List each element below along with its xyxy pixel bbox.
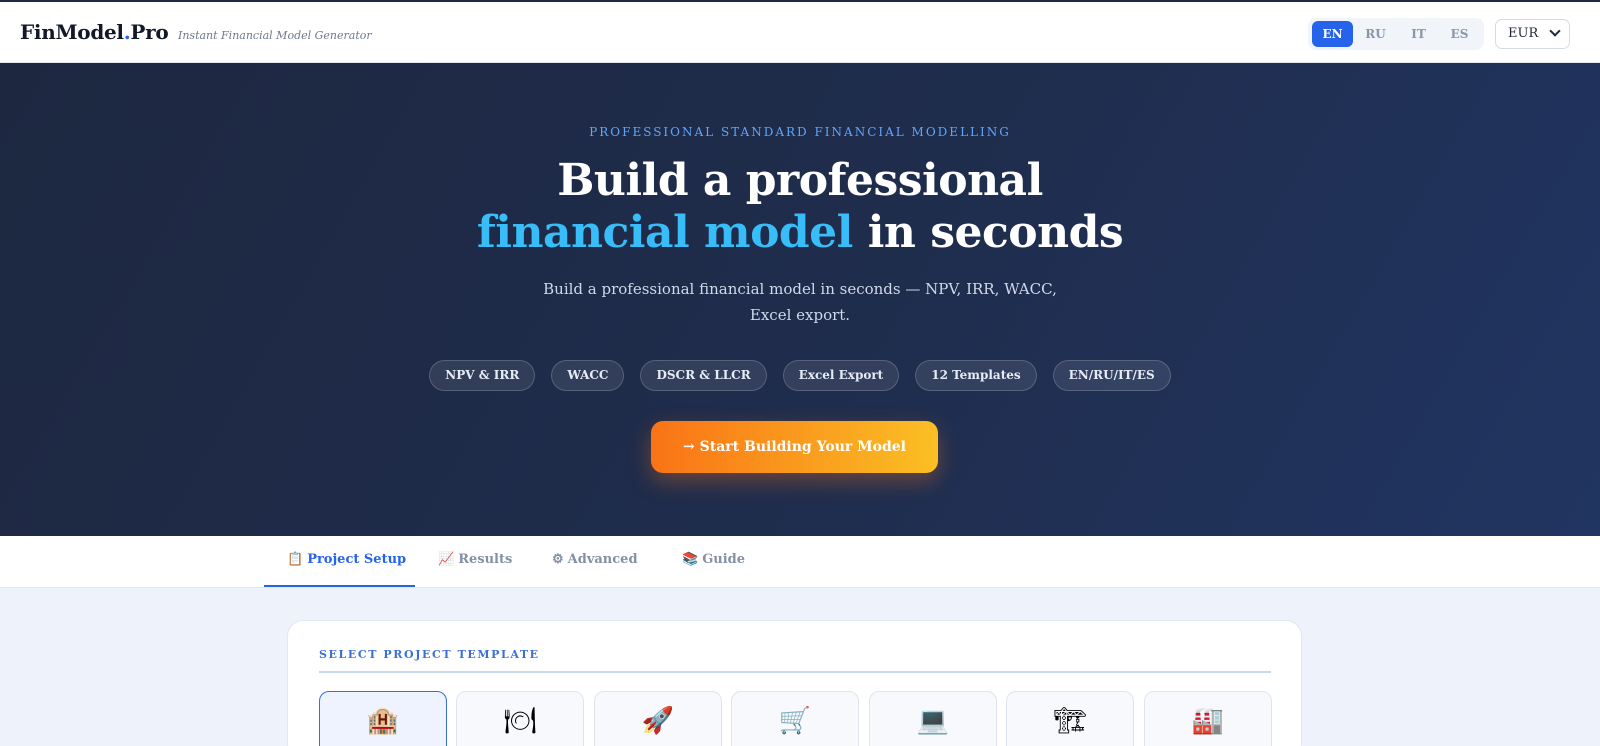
tab-label: Project Setup <box>307 552 407 567</box>
template-option-saas[interactable]: 💻 <box>869 691 997 746</box>
gear-icon: ⚙ <box>552 552 564 567</box>
logo-main: FinModel <box>20 20 124 44</box>
template-option-hotel[interactable]: 🏨 <box>319 691 447 746</box>
hero-section: PROFESSIONAL STANDARD FINANCIAL MODELLIN… <box>0 63 1600 536</box>
hero-subtext: Build a professional financial model in … <box>543 280 1057 324</box>
tab-label: Results <box>458 552 513 567</box>
currency-select[interactable]: EUR <box>1495 19 1570 49</box>
feature-chips: NPV & IRR WACC DSCR & LLCR Excel Export … <box>0 360 1600 391</box>
tagline: Instant Financial Model Generator <box>178 29 372 42</box>
headline-line-2: financial model in seconds <box>0 207 1600 259</box>
shopping-cart-icon: 🛒 <box>778 706 812 736</box>
laptop-icon: 💻 <box>916 706 950 736</box>
template-option-restaurant[interactable]: 🍽 <box>456 691 584 746</box>
language-switcher: EN RU IT ES <box>1308 18 1484 50</box>
feature-chip: 12 Templates <box>915 360 1037 391</box>
tab-bar: 📋 Project Setup 📈 Results ⚙ Advanced 📚 Guide <box>0 536 1600 588</box>
headline-rest: in seconds <box>852 207 1124 258</box>
tab-results[interactable]: 📈 Results <box>438 536 512 588</box>
lang-button-en[interactable]: EN <box>1312 21 1353 47</box>
template-option-manufacturing[interactable]: 🏭 <box>1144 691 1272 746</box>
active-tab-indicator <box>264 585 415 587</box>
tab-advanced[interactable]: ⚙ Advanced <box>552 536 638 588</box>
start-building-button[interactable]: → Start Building Your Model <box>651 421 938 473</box>
feature-chip: DSCR & LLCR <box>640 360 767 391</box>
headline-accent: financial model <box>476 207 854 258</box>
feature-chip: NPV & IRR <box>429 360 536 391</box>
headline-line-1: Build a professional <box>557 155 1043 206</box>
lang-button-es[interactable]: ES <box>1439 21 1480 47</box>
lang-button-ru[interactable]: RU <box>1355 21 1396 47</box>
logo-suffix: Pro <box>130 20 169 44</box>
hero-headline: Build a professional financial model in … <box>0 155 1600 259</box>
template-option-construction[interactable]: 🏗 <box>1006 691 1134 746</box>
chevron-down-icon <box>1549 25 1561 37</box>
hotel-icon: 🏨 <box>366 706 400 736</box>
top-header: FinModel.Pro Instant Financial Model Gen… <box>0 0 1600 63</box>
template-option-startup[interactable]: 🚀 <box>594 691 722 746</box>
construction-icon: 🏗 <box>1053 706 1087 736</box>
template-section-title: SELECT PROJECT TEMPLATE <box>319 648 540 661</box>
hero-eyebrow: PROFESSIONAL STANDARD FINANCIAL MODELLIN… <box>589 125 1011 139</box>
logo[interactable]: FinModel.Pro <box>20 20 169 44</box>
chart-icon: 📈 <box>438 552 455 567</box>
books-icon: 📚 <box>682 552 699 567</box>
feature-chip: WACC <box>551 360 625 391</box>
template-option-retail[interactable]: 🛒 <box>731 691 859 746</box>
restaurant-icon: 🍽 <box>503 706 537 736</box>
rocket-icon: 🚀 <box>641 706 675 736</box>
tab-guide[interactable]: 📚 Guide <box>682 536 745 588</box>
feature-chip: EN/RU/IT/ES <box>1052 360 1171 391</box>
tab-label: Advanced <box>567 552 638 567</box>
currency-value: EUR <box>1508 26 1539 41</box>
factory-icon: 🏭 <box>1191 706 1225 736</box>
feature-chip: Excel Export <box>782 360 900 391</box>
divider <box>319 671 1271 673</box>
tab-label: Guide <box>702 552 746 567</box>
template-card: SELECT PROJECT TEMPLATE 🏨 🍽 🚀 🛒 💻 🏗 🏭 <box>287 620 1302 746</box>
clipboard-icon: 📋 <box>287 552 304 567</box>
tab-project-setup[interactable]: 📋 Project Setup <box>287 536 406 588</box>
lang-button-it[interactable]: IT <box>1398 21 1439 47</box>
